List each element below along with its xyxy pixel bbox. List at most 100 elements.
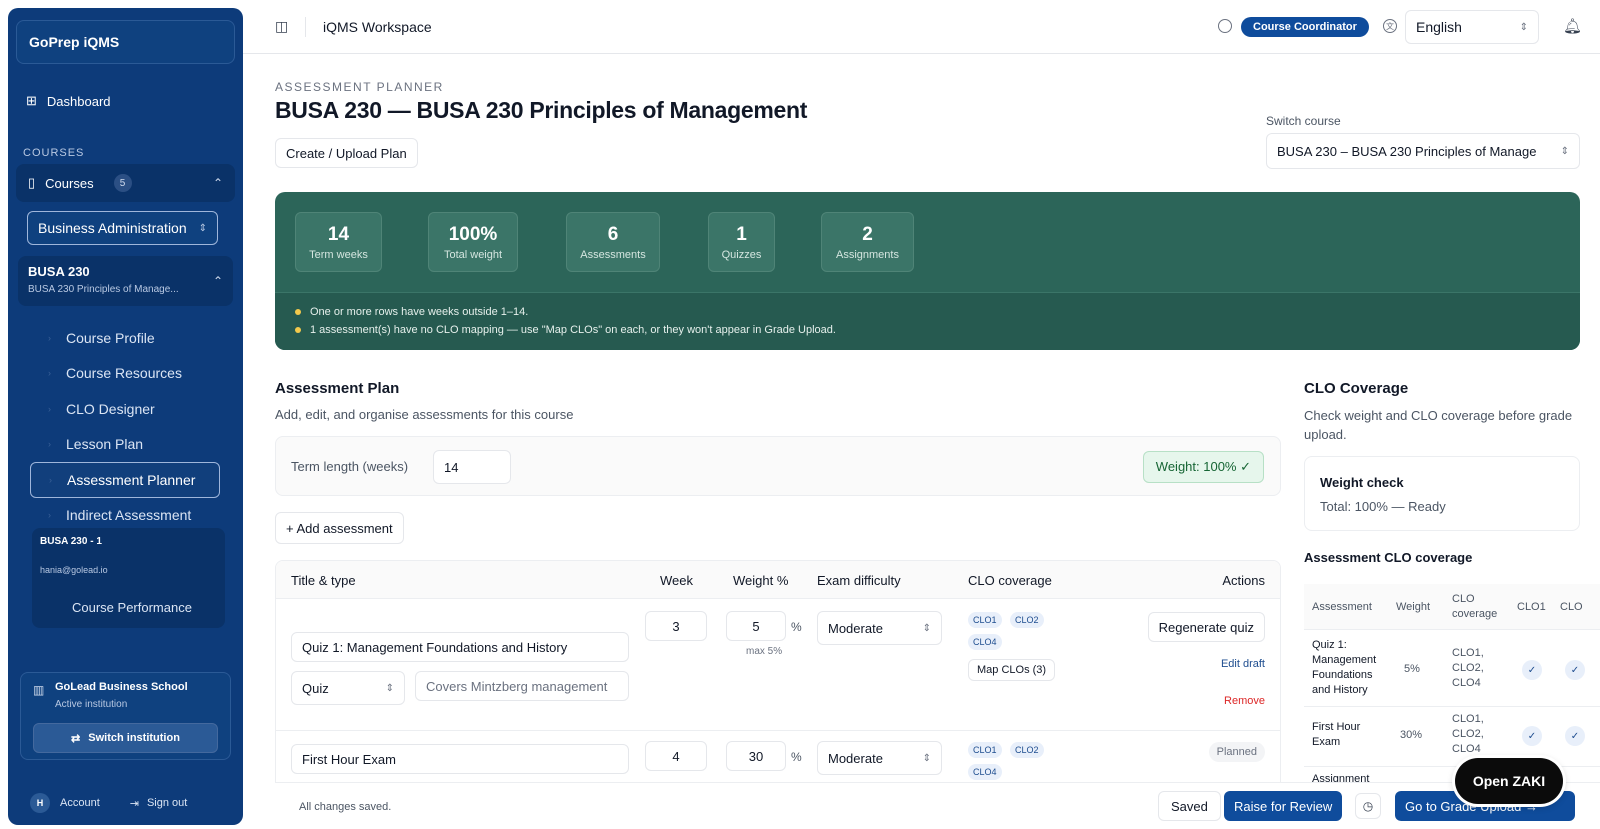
brand-name[interactable]: GoPrep iQMS: [16, 20, 235, 64]
col-title-type: Title & type: [291, 573, 356, 588]
week-input[interactable]: 4: [645, 741, 707, 771]
stat-value: 1: [736, 224, 747, 245]
subnav-clo-designer[interactable]: › CLO Designer: [30, 391, 220, 427]
coverage-row-name: First Hour Exam: [1312, 721, 1361, 748]
map-clos-button[interactable]: Map CLOs (3): [968, 659, 1056, 681]
chevron-right-icon: ›: [48, 332, 51, 343]
chevron-up-icon[interactable]: ⌃: [213, 274, 223, 288]
program-select[interactable]: Business Administration ⇕: [27, 211, 218, 245]
course-name: BUSA 230 Principles of Manage...: [28, 284, 179, 295]
courses-section-label: COURSES: [23, 147, 85, 159]
user-icon: [1218, 19, 1232, 33]
assessment-title-input[interactable]: First Hour Exam: [291, 744, 629, 774]
stat-label: Assignments: [836, 249, 899, 261]
nav-course-performance[interactable]: Course Performance: [72, 600, 192, 615]
coverage-row-weight: 5%: [1404, 663, 1420, 675]
subnav-label: Course Profile: [66, 329, 155, 346]
coverage-col-weight: Weight: [1396, 601, 1431, 613]
coverage-table-header: Assessment Weight CLO coverage CLO1 CLO: [1304, 584, 1600, 630]
weight-input[interactable]: 30: [726, 741, 786, 771]
stat-total-weight: 100% Total weight: [428, 212, 518, 272]
logout-icon: ⇥: [129, 797, 139, 810]
course-offering[interactable]: BUSA 230 - 1 hania@golead.io Course Perf…: [32, 528, 225, 628]
raise-for-review-button[interactable]: Raise for Review: [1224, 791, 1343, 821]
chevron-right-icon: ›: [48, 368, 51, 379]
check-icon: ✓: [1565, 660, 1585, 680]
open-zaki-button[interactable]: Open ZAKI: [1455, 758, 1563, 804]
weight-badge: Weight: 100% ✓: [1142, 451, 1264, 483]
term-length-box: Term length (weeks) 14 Weight: 100% ✓: [275, 436, 1281, 496]
stat-label: Quizzes: [721, 249, 762, 261]
col-weight: Weight %: [733, 573, 789, 588]
sidebar: GoPrep iQMS ⊞ Dashboard COURSES ▯ Course…: [8, 8, 243, 825]
row-divider: [276, 730, 1280, 731]
courses-count-badge: 5: [113, 174, 132, 192]
switch-institution-label: Switch institution: [88, 732, 180, 744]
col-clo-coverage: CLO coverage: [968, 573, 1052, 588]
select-arrows-icon: ⇕: [385, 682, 394, 694]
subnav-lesson-plan[interactable]: › Lesson Plan: [30, 427, 220, 463]
row-divider: [1304, 706, 1600, 707]
assessment-type-value: Quiz: [302, 680, 329, 696]
subnav-course-resources[interactable]: › Course Resources: [30, 356, 220, 392]
nav-dashboard[interactable]: ⊞ Dashboard: [26, 93, 111, 109]
assessment-title-input[interactable]: Quiz 1: Management Foundations and Histo…: [291, 632, 629, 662]
chevron-up-icon[interactable]: ⌃: [213, 176, 223, 190]
max-weight-hint: max 5%: [746, 646, 783, 657]
select-arrows-icon: ⇕: [1519, 21, 1528, 33]
edit-draft-link[interactable]: Edit draft: [1221, 658, 1265, 670]
difficulty-select[interactable]: Moderate ⇕: [817, 741, 942, 775]
swap-icon: ⇄: [71, 732, 81, 745]
saved-button[interactable]: Saved: [1158, 791, 1221, 821]
create-upload-plan-button[interactable]: Create / Upload Plan: [275, 138, 418, 168]
subnav-label: Indirect Assessment: [66, 507, 192, 524]
assessment-type-select[interactable]: Quiz ⇕: [291, 671, 405, 705]
chevron-right-icon: ›: [48, 403, 51, 414]
sidebar-toggle-icon[interactable]: ◫: [275, 18, 288, 35]
weight-check-title: Weight check: [1320, 475, 1404, 490]
add-assessment-button[interactable]: + Add assessment: [275, 512, 404, 544]
select-arrows-icon: ⇕: [922, 752, 931, 764]
clo-chip: CLO1: [968, 612, 1002, 628]
offering-title: BUSA 230 - 1: [40, 536, 102, 547]
regenerate-quiz-button[interactable]: Regenerate quiz: [1147, 612, 1265, 642]
course-code: BUSA 230: [28, 264, 90, 279]
bell-icon[interactable]: 🔔︎: [1563, 17, 1582, 35]
clo-chip: CLO2: [1010, 742, 1044, 758]
subnav-assessment-planner[interactable]: › Assessment Planner: [30, 462, 220, 498]
coverage-row-clos: CLO1, CLO2, CLO4: [1452, 647, 1484, 689]
nav-courses[interactable]: ▯ Courses 5 ⌃: [16, 164, 235, 202]
stat-assignments: 2 Assignments: [821, 212, 914, 272]
switch-course-select[interactable]: BUSA 230 – BUSA 230 Principles of Manage…: [1266, 133, 1580, 169]
stat-value: 6: [607, 224, 619, 245]
avatar[interactable]: H: [30, 793, 50, 813]
col-week: Week: [660, 573, 693, 588]
sign-out-button[interactable]: ⇥ Sign out: [130, 797, 188, 810]
week-input[interactable]: 3: [645, 611, 707, 641]
select-arrows-icon: ⇕: [198, 222, 207, 234]
coverage-row-clos: CLO1, CLO2, CLO4: [1452, 713, 1484, 755]
weight-check-value: Total: 100% — Ready: [1320, 499, 1446, 514]
check-icon: ✓: [1522, 660, 1542, 680]
chevron-right-icon: ›: [48, 510, 51, 521]
warning-dot-icon: [295, 327, 301, 333]
remove-link[interactable]: Remove: [1224, 695, 1265, 707]
switch-course-value: BUSA 230 – BUSA 230 Principles of Manage: [1277, 143, 1537, 159]
subnav-label: Course Resources: [66, 365, 182, 382]
term-length-label: Term length (weeks): [291, 459, 409, 474]
course-item-busa230[interactable]: BUSA 230 BUSA 230 Principles of Manage..…: [18, 256, 233, 306]
language-select[interactable]: English ⇕: [1405, 10, 1539, 44]
weight-input[interactable]: 5: [726, 611, 786, 641]
subnav-course-profile[interactable]: › Course Profile: [30, 320, 220, 356]
warning-item: One or more rows have weeks outside 1–14…: [295, 303, 1560, 321]
difficulty-select[interactable]: Moderate ⇕: [817, 611, 942, 645]
switch-institution-button[interactable]: ⇄ Switch institution: [33, 723, 218, 753]
clo-chip: CLO4: [968, 634, 1002, 650]
role-badge[interactable]: Course Coordinator: [1241, 17, 1369, 37]
term-length-input[interactable]: 14: [433, 450, 511, 484]
table-header: Title & type Week Weight % Exam difficul…: [276, 561, 1280, 599]
difficulty-value: Moderate: [828, 620, 883, 636]
account-link[interactable]: Account: [60, 797, 100, 809]
history-icon[interactable]: ◷: [1355, 793, 1381, 819]
assessment-covers-input[interactable]: Covers Mintzberg management: [415, 671, 629, 701]
